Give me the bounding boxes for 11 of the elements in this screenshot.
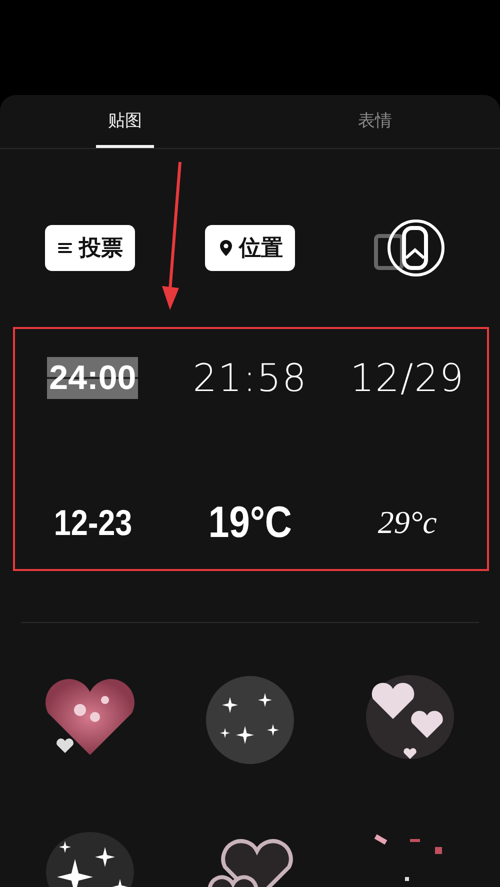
text-sticker[interactable]: 21:58: [192, 356, 308, 400]
text-sticker[interactable]: 24:00: [47, 356, 138, 398]
tab[interactable]: 贴图: [0, 95, 250, 148]
text-sticker[interactable]: 29°c: [378, 504, 437, 541]
text-sticker[interactable]: 12-23: [54, 502, 132, 544]
location-pin-icon: [217, 239, 235, 257]
poll-sticker-button[interactable]: 投票: [45, 225, 135, 271]
text-sticker[interactable]: 12/29: [350, 356, 465, 400]
location-sticker-button[interactable]: 位置: [205, 225, 295, 271]
tab[interactable]: 表情: [250, 95, 500, 148]
text-sticker[interactable]: 19°C: [208, 498, 292, 548]
